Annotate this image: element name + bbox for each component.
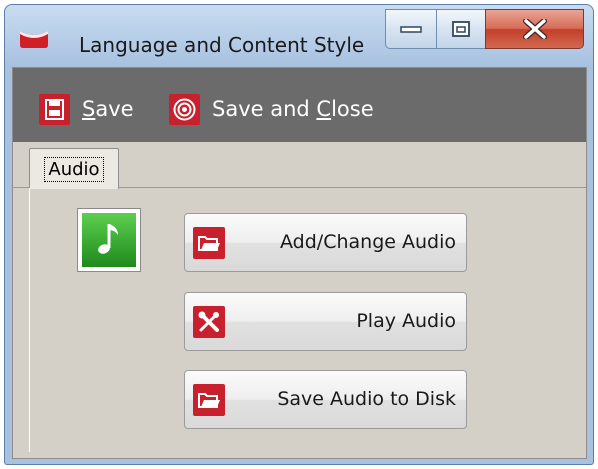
tab-strip: Audio bbox=[13, 142, 586, 189]
close-icon bbox=[522, 19, 547, 39]
save-audio-to-disk-button[interactable]: Save Audio to Disk bbox=[184, 370, 467, 429]
folder-open-icon bbox=[193, 384, 225, 416]
folder-open-icon bbox=[193, 227, 225, 259]
maximize-button[interactable] bbox=[436, 9, 486, 49]
play-audio-button[interactable]: Play Audio bbox=[184, 292, 467, 351]
music-note-icon bbox=[82, 213, 136, 267]
tools-icon bbox=[193, 306, 225, 338]
tab-audio-label: Audio bbox=[44, 156, 104, 182]
add-change-audio-button[interactable]: Add/Change Audio bbox=[184, 213, 467, 272]
restore-icon bbox=[452, 21, 470, 37]
close-button[interactable] bbox=[485, 9, 584, 49]
tab-audio[interactable]: Audio bbox=[29, 148, 119, 189]
audio-status-icon bbox=[77, 208, 141, 272]
save-button[interactable]: Save bbox=[39, 92, 134, 126]
save-label: Save bbox=[82, 97, 134, 121]
audio-panel: Add/Change Audio Play Audio Save Audio t… bbox=[29, 188, 578, 452]
add-change-audio-label: Add/Change Audio bbox=[280, 231, 456, 253]
app-icon bbox=[20, 31, 48, 48]
target-icon bbox=[169, 93, 200, 125]
toolbar: Save Save and Close bbox=[13, 68, 586, 142]
save-and-close-button[interactable]: Save and Close bbox=[169, 92, 374, 126]
play-audio-label: Play Audio bbox=[356, 310, 456, 332]
minimize-button[interactable] bbox=[385, 9, 437, 49]
client-area: Save Save and Close Audio Add/Change Aud… bbox=[12, 67, 587, 459]
dialog-window: Language and Content Style Save Save and… bbox=[4, 4, 594, 465]
save-and-close-label: Save and Close bbox=[212, 97, 374, 121]
save-audio-to-disk-label: Save Audio to Disk bbox=[277, 388, 456, 410]
minimize-icon bbox=[400, 26, 422, 33]
title-bar[interactable]: Language and Content Style bbox=[5, 5, 593, 67]
window-title: Language and Content Style bbox=[79, 33, 365, 57]
floppy-disk-icon bbox=[39, 93, 70, 125]
